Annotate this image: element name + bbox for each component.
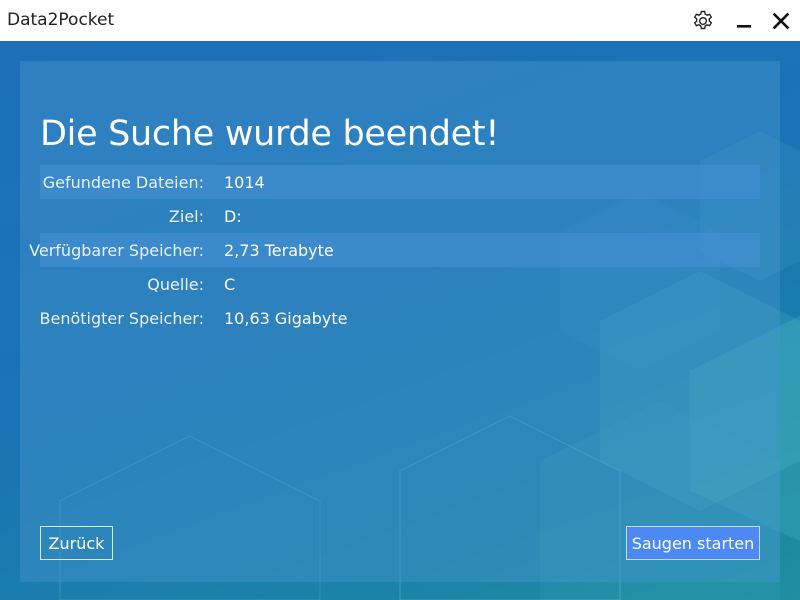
content-background: Die Suche wurde beendet! Gefundene Datei… <box>0 41 800 600</box>
start-button[interactable]: Saugen starten <box>626 526 760 560</box>
app-window: Data2Pocket Die Suche wurde beendet! Gef… <box>0 0 800 600</box>
back-button[interactable]: Zurück <box>40 526 113 560</box>
gear-icon <box>694 10 712 30</box>
close-icon <box>772 12 790 30</box>
row-value: 2,73 Terabyte <box>224 241 334 260</box>
title-bar: Data2Pocket <box>0 0 800 41</box>
table-row: Benötigter Speicher: 10,63 Gigabyte <box>40 301 760 335</box>
row-value: C <box>224 275 236 294</box>
table-row: Ziel: D: <box>40 199 760 233</box>
close-button[interactable] <box>766 6 796 36</box>
minimize-button[interactable] <box>729 6 759 36</box>
row-label: Gefundene Dateien: <box>42 173 204 192</box>
app-title: Data2Pocket <box>7 10 115 30</box>
table-row: Verfügbarer Speicher: 2,73 Terabyte <box>29 233 760 267</box>
summary-table: Gefundene Dateien: 1014 Ziel: D: Verfügb… <box>29 165 760 335</box>
row-label: Quelle: <box>147 275 204 294</box>
summary-panel: Die Suche wurde beendet! Gefundene Datei… <box>20 61 780 582</box>
row-label: Benötigter Speicher: <box>39 309 204 328</box>
row-value: 1014 <box>224 173 265 192</box>
minimize-icon <box>737 25 751 28</box>
page-title: Die Suche wurde beendet! <box>40 114 500 155</box>
table-row: Quelle: C <box>40 267 760 301</box>
row-value: 10,63 Gigabyte <box>224 309 348 328</box>
row-label: Verfügbarer Speicher: <box>29 241 204 260</box>
settings-button[interactable] <box>688 6 718 36</box>
table-row: Gefundene Dateien: 1014 <box>40 165 760 199</box>
row-value: D: <box>224 207 242 226</box>
row-label: Ziel: <box>168 207 204 226</box>
